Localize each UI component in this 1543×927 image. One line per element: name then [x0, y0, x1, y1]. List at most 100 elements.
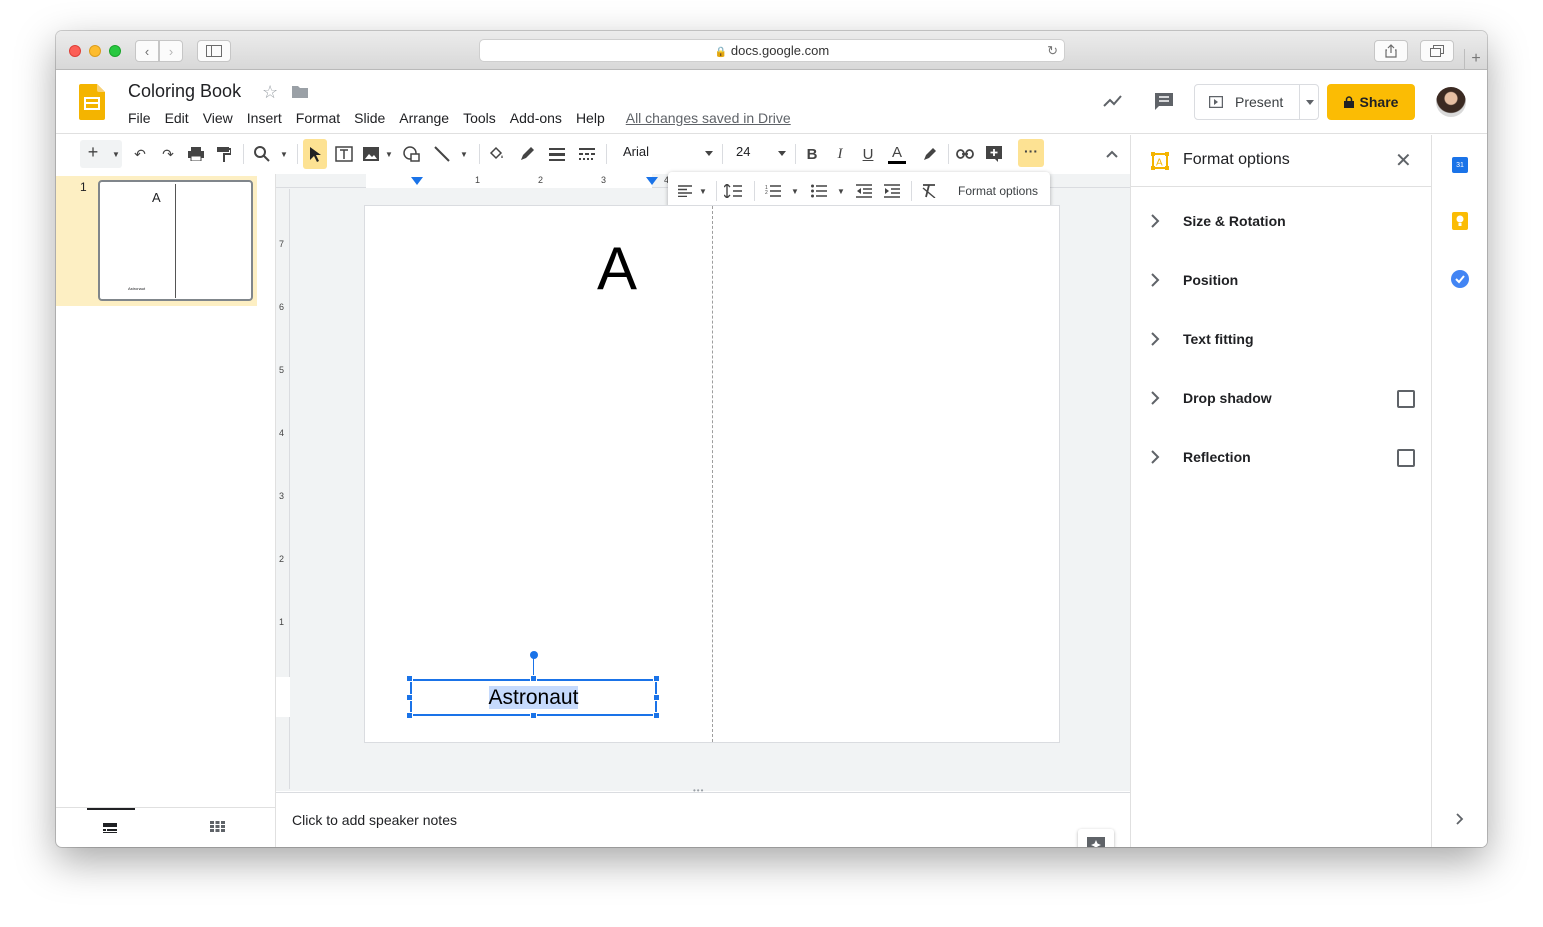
slide-letter[interactable]: A — [597, 234, 637, 303]
close-window-button[interactable] — [69, 45, 81, 57]
zoom-icon[interactable] — [253, 146, 271, 162]
saved-status-link[interactable]: All changes saved in Drive — [626, 110, 791, 126]
menu-addons[interactable]: Add-ons — [510, 110, 562, 126]
sidebar-toggle-button[interactable] — [197, 40, 231, 62]
align-dropdown[interactable]: ▼ — [694, 183, 712, 199]
border-dash-icon[interactable] — [578, 146, 596, 162]
paint-format-icon[interactable] — [215, 146, 233, 162]
menu-format[interactable]: Format — [296, 110, 340, 126]
bulleted-list-dropdown[interactable]: ▼ — [832, 183, 850, 199]
new-slide-dropdown[interactable]: ▼ — [107, 146, 125, 162]
align-icon[interactable] — [676, 183, 694, 199]
notes-resize-handle[interactable]: ••• — [693, 786, 704, 795]
filmstrip-view-button[interactable] — [87, 808, 135, 846]
grid-view-button[interactable] — [196, 808, 244, 846]
image-dropdown[interactable]: ▼ — [380, 146, 398, 162]
section-text-fitting[interactable]: Text fitting — [1151, 331, 1254, 347]
bulleted-list-icon[interactable] — [810, 183, 828, 199]
collapse-toolbar-icon[interactable] — [1103, 146, 1121, 162]
undo-icon[interactable]: ↶ — [131, 146, 149, 162]
line-spacing-icon[interactable] — [724, 183, 742, 199]
drop-shadow-checkbox[interactable] — [1397, 390, 1415, 408]
zoom-window-button[interactable] — [109, 45, 121, 57]
italic-icon[interactable]: I — [831, 146, 849, 162]
decrease-indent-icon[interactable] — [855, 183, 873, 199]
increase-indent-icon[interactable] — [883, 183, 901, 199]
slide-thumbnail[interactable]: A Astronaut — [98, 180, 253, 301]
slide[interactable]: A Astronaut — [365, 206, 1059, 742]
section-position[interactable]: Position — [1151, 272, 1238, 288]
reflection-checkbox[interactable] — [1397, 449, 1415, 467]
keep-app-button[interactable] — [1452, 212, 1468, 230]
text-box-caption[interactable]: Astronaut — [488, 686, 579, 709]
share-button[interactable]: Share — [1327, 84, 1415, 120]
section-drop-shadow[interactable]: Drop shadow — [1151, 390, 1272, 406]
resize-handle-nw[interactable] — [406, 675, 413, 682]
close-panel-icon[interactable]: ✕ — [1395, 148, 1412, 173]
underline-icon[interactable]: U — [859, 146, 877, 163]
speaker-notes[interactable]: ••• Click to add speaker notes — [276, 786, 1130, 847]
activity-dashboard-icon[interactable] — [1103, 94, 1123, 108]
redo-icon[interactable]: ↷ — [159, 146, 177, 162]
print-icon[interactable] — [187, 146, 205, 162]
filmstrip-slide-item[interactable]: 1 A Astronaut — [56, 176, 257, 306]
account-avatar[interactable] — [1436, 87, 1466, 117]
left-indent-marker[interactable] — [411, 177, 423, 185]
resize-handle-e[interactable] — [653, 694, 660, 701]
border-weight-icon[interactable] — [548, 146, 566, 162]
highlight-color-icon[interactable] — [920, 146, 938, 162]
font-family-select[interactable]: Arial — [623, 144, 713, 164]
forward-button[interactable]: › — [159, 40, 183, 62]
section-reflection[interactable]: Reflection — [1151, 449, 1251, 465]
text-color-icon[interactable]: A — [888, 144, 906, 164]
image-icon[interactable] — [362, 146, 380, 162]
expand-side-panel-icon[interactable] — [1456, 813, 1464, 825]
text-box-icon[interactable] — [335, 146, 353, 162]
minimize-window-button[interactable] — [89, 45, 101, 57]
comments-icon[interactable] — [1154, 92, 1174, 111]
address-bar[interactable]: 🔒 docs.google.com ↻ — [479, 39, 1065, 62]
numbered-list-dropdown[interactable]: ▼ — [786, 183, 804, 199]
add-comment-icon[interactable] — [985, 146, 1003, 162]
zoom-dropdown[interactable]: ▼ — [275, 146, 293, 162]
clear-formatting-icon[interactable] — [920, 183, 938, 199]
resize-handle-n[interactable] — [530, 675, 537, 682]
shape-icon[interactable] — [403, 146, 421, 162]
menu-arrange[interactable]: Arrange — [399, 110, 449, 126]
menu-help[interactable]: Help — [576, 110, 605, 126]
selected-text-box[interactable]: Astronaut — [410, 679, 657, 716]
present-dropdown[interactable] — [1299, 85, 1319, 119]
link-icon[interactable] — [956, 146, 974, 162]
slides-logo-icon[interactable] — [79, 84, 105, 120]
resize-handle-w[interactable] — [406, 694, 413, 701]
document-title[interactable]: Coloring Book — [128, 81, 241, 102]
border-color-icon[interactable] — [518, 146, 536, 162]
menu-slide[interactable]: Slide — [354, 110, 385, 126]
format-options-button[interactable]: Format options — [958, 184, 1038, 198]
bold-icon[interactable]: B — [803, 146, 821, 163]
menu-view[interactable]: View — [203, 110, 233, 126]
new-tab-button[interactable]: + — [1464, 49, 1487, 70]
more-options-button[interactable]: ··· — [1018, 139, 1044, 167]
speaker-notes-placeholder[interactable]: Click to add speaker notes — [292, 812, 457, 828]
folder-icon[interactable] — [292, 85, 308, 98]
back-button[interactable]: ‹ — [135, 40, 159, 62]
tabs-overview-button[interactable] — [1420, 40, 1454, 62]
calendar-app-button[interactable]: 31 — [1452, 157, 1468, 173]
resize-handle-ne[interactable] — [653, 675, 660, 682]
resize-handle-se[interactable] — [653, 712, 660, 719]
menu-file[interactable]: File — [128, 110, 151, 126]
right-indent-marker[interactable] — [646, 177, 658, 185]
line-dropdown[interactable]: ▼ — [455, 146, 473, 162]
resize-handle-sw[interactable] — [406, 712, 413, 719]
menu-tools[interactable]: Tools — [463, 110, 496, 126]
rotation-handle[interactable] — [530, 651, 538, 659]
menu-edit[interactable]: Edit — [165, 110, 189, 126]
share-sheet-button[interactable] — [1374, 40, 1408, 62]
section-size-rotation[interactable]: Size & Rotation — [1151, 213, 1286, 229]
reload-icon[interactable]: ↻ — [1047, 40, 1058, 62]
resize-handle-s[interactable] — [530, 712, 537, 719]
font-size-select[interactable]: 24 — [736, 144, 786, 164]
tasks-app-button[interactable] — [1451, 270, 1469, 288]
star-icon[interactable]: ☆ — [262, 82, 278, 103]
